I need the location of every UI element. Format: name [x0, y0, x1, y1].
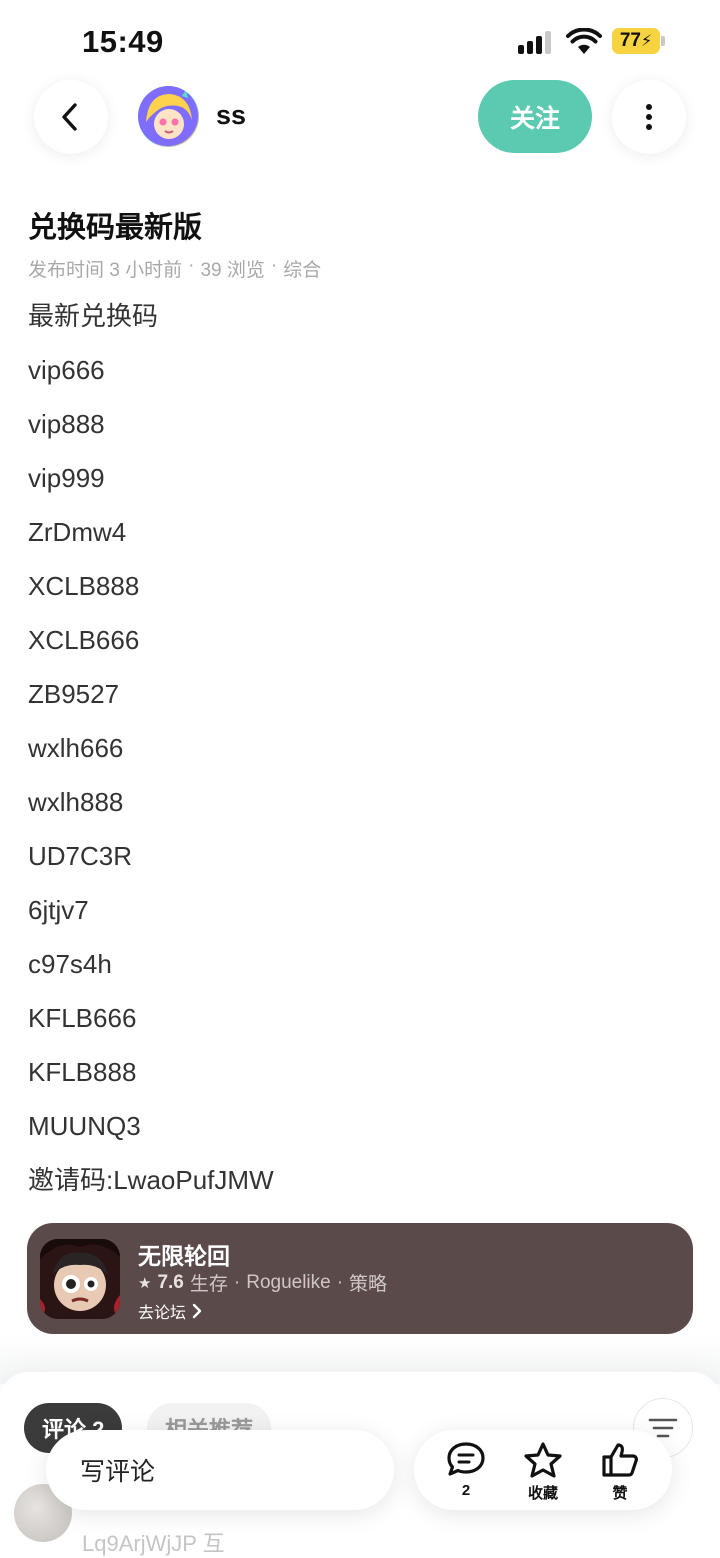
favorite-button[interactable]: 收藏 [513, 1440, 573, 1503]
post-meta: 发布时间 3 小时前 · 39 浏览 · 综合 [28, 255, 321, 282]
post-line: MUUNQ3 [28, 1111, 141, 1141]
go-to-forum-link[interactable]: 去论坛 [138, 1299, 202, 1323]
thumbs-up-icon [602, 1443, 638, 1477]
game-meta: ★ 7.6 生存 · Roguelike · 策略 [138, 1269, 387, 1296]
post-line: c97s4h [28, 949, 112, 979]
follow-button[interactable]: 关注 [478, 80, 592, 153]
post-line: wxlh666 [28, 733, 124, 763]
post-time: 发布时间 3 小时前 [28, 260, 183, 281]
post-line: KFLB666 [28, 1003, 137, 1033]
post-line: vip666 [28, 355, 105, 385]
post-line: vip999 [28, 463, 105, 493]
write-comment-input[interactable]: 写评论 [46, 1430, 394, 1510]
like-button[interactable]: 赞 [590, 1440, 650, 1503]
comment-button[interactable]: 2 [436, 1440, 496, 1499]
comment-bubble-icon [447, 1442, 485, 1476]
tag-separator: · [336, 1271, 344, 1293]
cellular-signal-icon [518, 30, 551, 54]
favorite-label: 收藏 [527, 1485, 558, 1502]
star-outline-icon [524, 1442, 562, 1478]
star-icon: ★ [138, 1274, 152, 1292]
post-line: vip888 [28, 409, 105, 439]
post-line: XCLB666 [28, 625, 140, 655]
game-icon [40, 1239, 120, 1319]
meta-separator: · [270, 255, 278, 276]
action-bar: 2 收藏 赞 [414, 1430, 672, 1510]
post-line: 6jtjv7 [28, 895, 89, 925]
chevron-left-icon [62, 103, 77, 131]
chevron-right-icon [192, 1303, 202, 1319]
status-bar: 15:49 77 ⚡ [0, 0, 720, 80]
post-category[interactable]: 综合 [283, 255, 321, 282]
avatar[interactable] [138, 86, 199, 147]
post-line: KFLB888 [28, 1057, 137, 1087]
more-options-button[interactable] [612, 80, 686, 154]
post-line: 最新兑换码 [28, 301, 159, 331]
username[interactable]: ss [216, 100, 246, 131]
tag-separator: · [233, 1271, 241, 1293]
post-line: UD7C3R [28, 841, 133, 871]
game-name: 无限轮回 [138, 1243, 230, 1269]
game-tag: Roguelike [246, 1271, 331, 1293]
game-rating: 7.6 [157, 1271, 184, 1293]
game-card[interactable]: 无限轮回 ★ 7.6 生存 · Roguelike · 策略 去论坛 [27, 1223, 693, 1334]
game-tag: 生存 [189, 1274, 228, 1295]
comment-count: 2 [461, 1482, 471, 1499]
like-label: 赞 [612, 1485, 628, 1502]
post-line: ZrDmw4 [28, 517, 127, 547]
go-to-forum-label: 去论坛 [138, 1305, 187, 1322]
post-line: ZB9527 [28, 679, 120, 709]
status-time: 15:49 [82, 24, 164, 59]
post-body: 最新兑换码 vip666 vip888 vip999 ZrDmw4 XCLB88… [28, 298, 688, 1216]
post-line: XCLB888 [28, 571, 140, 601]
post-title: 兑换码最新版 [28, 212, 203, 244]
battery-level: 77 [619, 30, 641, 51]
meta-separator: · [188, 255, 195, 276]
wifi-icon [566, 28, 602, 54]
battery-icon: 77 ⚡ [612, 28, 665, 56]
back-button[interactable] [34, 80, 108, 154]
comment-preview: Lq9ArjWjJP 互 [82, 1531, 225, 1556]
post-line: 邀请码:LwaoPufJMW [28, 1165, 274, 1195]
game-tag: 策略 [349, 1274, 388, 1295]
more-vertical-icon [646, 104, 652, 130]
charging-bolt-icon: ⚡ [640, 33, 653, 50]
avatar-illustration [138, 86, 198, 146]
post-line: wxlh888 [28, 787, 124, 817]
post-views: 39 浏览 [200, 260, 265, 281]
